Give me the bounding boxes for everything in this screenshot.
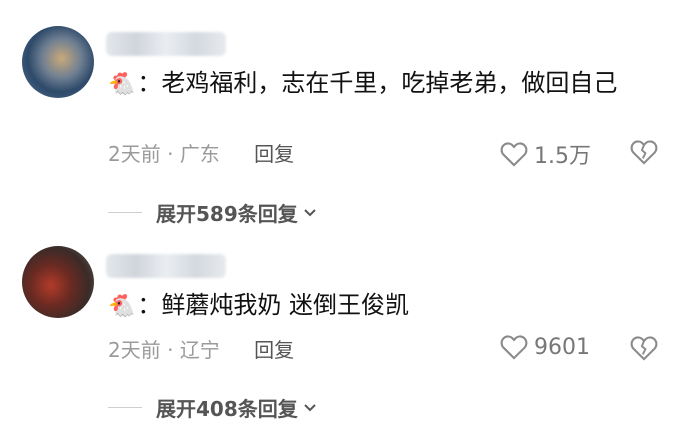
meta-separator: · [167, 142, 174, 166]
comment-text: 🐔：鲜蘑炖我奶 迷倒王俊凯 [108, 288, 668, 324]
like-count: 9601 [534, 334, 590, 360]
expand-divider [108, 407, 142, 408]
expand-divider [108, 212, 142, 213]
reply-button[interactable]: 回复 [254, 142, 294, 166]
expand-replies-button[interactable]: 展开589条回复 [108, 198, 318, 227]
comment-location: 广东 [179, 142, 220, 166]
comment-time: 2天前 [108, 142, 161, 166]
heart-icon [500, 142, 528, 167]
comment-body: ：鲜蘑炖我奶 迷倒王俊凯 [137, 291, 410, 319]
broken-heart-icon[interactable] [630, 138, 658, 166]
chicken-emoji-icon: 🐔 [108, 294, 136, 319]
blurred-username[interactable] [106, 32, 226, 56]
heart-icon [500, 335, 528, 360]
avatar[interactable] [22, 26, 94, 98]
blurred-username[interactable] [106, 254, 226, 278]
comment-time: 2天前 [108, 338, 161, 362]
meta-separator: · [167, 338, 174, 362]
comment-location: 辽宁 [179, 338, 220, 362]
like-button[interactable]: 1.5万 [500, 138, 591, 170]
comment-meta: 2天前 · 辽宁 回复 [108, 334, 294, 363]
comment-meta: 2天前 · 广东 回复 [108, 138, 294, 167]
like-button[interactable]: 9601 [500, 334, 590, 360]
expand-label: 展开589条回复 [156, 202, 298, 226]
chevron-down-icon [304, 403, 316, 411]
chicken-emoji-icon: 🐔 [108, 72, 136, 97]
broken-heart-icon[interactable] [630, 334, 658, 362]
comment-body: ：老鸡福利，志在千里，吃掉老弟，做回自己 [137, 69, 618, 97]
like-count: 1.5万 [534, 144, 591, 169]
expand-replies-button[interactable]: 展开408条回复 [108, 393, 318, 422]
chevron-down-icon [304, 208, 316, 216]
avatar[interactable] [22, 246, 94, 318]
expand-label: 展开408条回复 [156, 397, 298, 421]
comment-text: 🐔：老鸡福利，志在千里，吃掉老弟，做回自己 [108, 66, 668, 102]
reply-button[interactable]: 回复 [254, 338, 294, 362]
